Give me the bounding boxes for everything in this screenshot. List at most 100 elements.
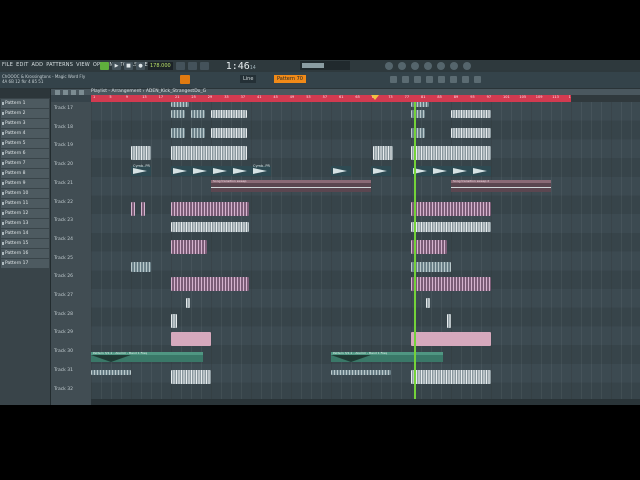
plugin-icon[interactable] <box>450 62 458 70</box>
play-button[interactable]: ▶ <box>112 62 121 70</box>
pattern-clip[interactable] <box>171 240 207 254</box>
menu-item-file[interactable]: FILE <box>2 62 13 68</box>
audio-clip[interactable] <box>451 128 491 138</box>
pattern-clip[interactable] <box>411 222 491 232</box>
pattern-item[interactable]: Pattern 11 <box>1 199 49 208</box>
pattern-item[interactable]: Pattern 12 <box>1 209 49 218</box>
cymbal-clip[interactable] <box>471 166 491 176</box>
pattern-clip[interactable] <box>411 277 491 291</box>
track-header[interactable]: Track 28 <box>54 312 73 317</box>
view-icon-4[interactable] <box>426 76 433 83</box>
pattern-item[interactable]: Pattern 7 <box>1 159 49 168</box>
loop-icon[interactable] <box>187 62 197 70</box>
pattern-item[interactable]: Pattern 17 <box>1 259 49 268</box>
menu-item-view[interactable]: VIEW <box>76 62 90 68</box>
pencil-icon[interactable] <box>63 89 68 95</box>
cymbal-clip[interactable] <box>451 166 471 176</box>
audio-clip[interactable] <box>171 110 185 118</box>
view-icon-7[interactable] <box>462 76 469 83</box>
stop-button[interactable]: ■ <box>124 62 133 70</box>
track-header[interactable]: Track 17 <box>54 106 73 111</box>
audio-clip[interactable] <box>131 146 151 160</box>
menu-item-patterns[interactable]: PATTERNS <box>46 62 73 68</box>
audio-clip[interactable] <box>426 298 430 308</box>
track-header[interactable]: Track 22 <box>54 200 73 205</box>
track-header[interactable]: Track 21 <box>54 181 73 186</box>
view-icon-6[interactable] <box>450 76 457 83</box>
snap-select[interactable]: Line <box>240 75 257 83</box>
pattern-song-toggle[interactable] <box>100 62 109 70</box>
tempo-display[interactable]: 178.000 <box>148 62 173 70</box>
audio-clip[interactable] <box>91 370 131 375</box>
pattern-item[interactable]: Pattern 9 <box>1 179 49 188</box>
track-header[interactable]: Track 19 <box>54 143 73 148</box>
audio-clip[interactable] <box>411 146 491 160</box>
audio-clip[interactable] <box>171 146 247 160</box>
pattern-item[interactable]: Pattern 15 <box>1 239 49 248</box>
track-header[interactable]: Track 30 <box>54 349 73 354</box>
snap-icon[interactable] <box>199 62 209 70</box>
audio-clip[interactable] <box>411 262 451 272</box>
settings-icon[interactable] <box>463 62 471 70</box>
teal-clip[interactable]: Pattern 3/1.1 - Alumm - Band 1 Freq <box>331 352 443 362</box>
pattern-clip[interactable] <box>411 202 491 216</box>
audio-clip[interactable] <box>171 128 185 138</box>
playhead[interactable] <box>414 102 416 405</box>
playlist-icon[interactable] <box>385 62 393 70</box>
pattern-clip[interactable] <box>411 332 491 346</box>
pattern-clip[interactable] <box>141 202 145 216</box>
audio-clip[interactable] <box>373 146 393 160</box>
pattern-item[interactable]: Pattern 13 <box>1 219 49 228</box>
audio-clip[interactable] <box>131 262 151 272</box>
track-header[interactable]: Track 23 <box>54 218 73 223</box>
cymbal-clip[interactable] <box>171 166 191 176</box>
view-icon-5[interactable] <box>438 76 445 83</box>
cymbal-clip[interactable] <box>331 166 351 176</box>
pattern-clip[interactable] <box>171 332 211 346</box>
view-icon-3[interactable] <box>414 76 421 83</box>
track-header[interactable]: Track 20 <box>54 162 73 167</box>
pattern-clip[interactable] <box>171 277 249 291</box>
audio-clip[interactable] <box>191 110 205 118</box>
automation-clip[interactable]: Song transition sweep <box>211 180 371 192</box>
pattern-item[interactable]: Pattern 10 <box>1 189 49 198</box>
pattern-item[interactable]: Pattern 5 <box>1 139 49 148</box>
cymbal-clip[interactable] <box>211 166 231 176</box>
pattern-item[interactable]: Pattern 6 <box>1 149 49 158</box>
teal-clip[interactable]: Pattern 3/1.1 - Alumm - Band 1 Freq <box>91 352 203 362</box>
automation-clip[interactable]: Song transition sweep 2 <box>451 180 551 192</box>
horizontal-scrollbar[interactable] <box>91 399 640 405</box>
track-header[interactable]: Track 31 <box>54 368 73 373</box>
pattern-clip[interactable] <box>171 202 249 216</box>
audio-clip[interactable] <box>411 370 491 384</box>
menu-item-edit[interactable]: EDIT <box>16 62 28 68</box>
audio-clip[interactable] <box>331 370 391 375</box>
pattern-item[interactable]: Pattern 4 <box>1 129 49 138</box>
audio-clip[interactable] <box>447 314 451 328</box>
pattern-selector[interactable]: Pattern 70 <box>274 75 306 83</box>
audio-clip[interactable] <box>171 314 177 328</box>
draw-tool-icon[interactable] <box>180 75 190 84</box>
cymbal-clip[interactable] <box>371 166 391 176</box>
playhead-marker[interactable] <box>371 95 379 100</box>
track-header[interactable]: Track 24 <box>54 237 73 242</box>
menu-item-add[interactable]: ADD <box>31 62 43 68</box>
pattern-clip[interactable] <box>131 202 135 216</box>
channel-rack-icon[interactable] <box>411 62 419 70</box>
view-icon-8[interactable] <box>474 76 481 83</box>
browser-icon[interactable] <box>437 62 445 70</box>
audio-clip[interactable] <box>191 128 205 138</box>
view-icon-1[interactable] <box>390 76 397 83</box>
mixer-icon[interactable] <box>424 62 432 70</box>
record-button[interactable]: ● <box>136 62 145 70</box>
audio-clip[interactable] <box>171 102 189 107</box>
pattern-item[interactable]: Pattern 8 <box>1 169 49 178</box>
audio-clip[interactable] <box>451 110 491 118</box>
pattern-clip[interactable] <box>411 240 447 254</box>
track-header[interactable]: Track 18 <box>54 125 73 130</box>
audio-clip[interactable] <box>171 370 211 384</box>
pattern-item[interactable]: Pattern 1 <box>1 99 49 108</box>
track-header[interactable]: Track 32 <box>54 387 73 392</box>
pattern-clip[interactable] <box>171 222 249 232</box>
track-header[interactable]: Track 25 <box>54 256 73 261</box>
